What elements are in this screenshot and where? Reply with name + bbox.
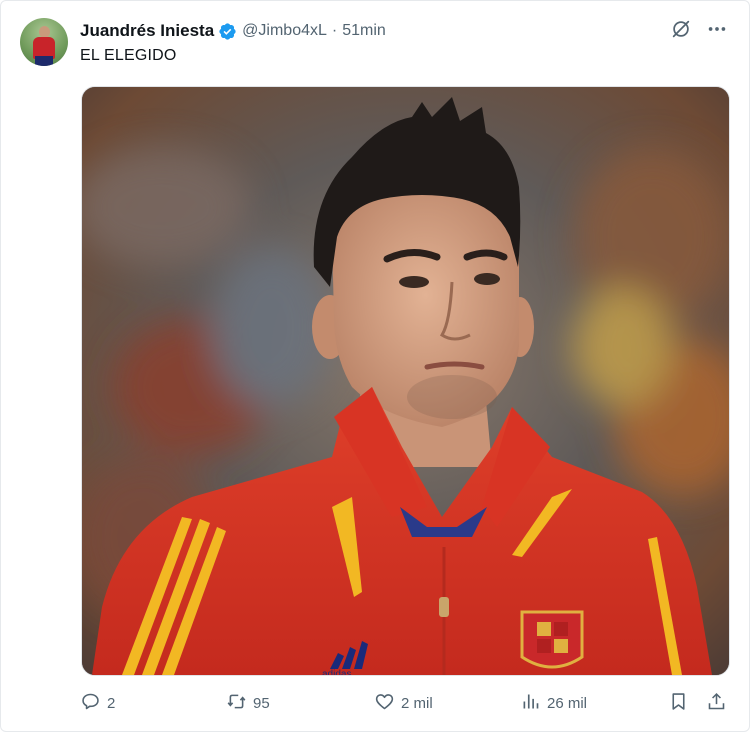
analytics-icon xyxy=(520,691,541,716)
verified-badge-icon xyxy=(218,22,237,41)
reply-count: 2 xyxy=(107,694,116,712)
post-text: EL ELEGIDO xyxy=(80,47,177,64)
author-display-name[interactable]: Juandrés Iniesta xyxy=(80,21,214,41)
views-count: 26 mil xyxy=(547,694,588,712)
post-actions-bar: 2 95 2 mil 26 mil xyxy=(80,690,730,716)
repost-icon xyxy=(226,691,247,716)
post-top-actions xyxy=(670,18,728,40)
heart-icon xyxy=(374,691,395,716)
post-timestamp[interactable]: 51min xyxy=(342,22,386,40)
share-button[interactable] xyxy=(706,690,727,716)
author-handle[interactable]: @Jimbo4xL xyxy=(242,22,327,40)
bookmark-icon xyxy=(668,691,689,716)
share-icon xyxy=(706,691,727,716)
grok-icon[interactable] xyxy=(670,18,692,40)
avatar[interactable] xyxy=(20,18,68,66)
like-button[interactable]: 2 mil xyxy=(374,690,433,716)
views-button[interactable]: 26 mil xyxy=(520,690,587,716)
author-row: Juandrés Iniesta @Jimbo4xL · 51min xyxy=(80,19,386,43)
more-icon[interactable] xyxy=(706,18,728,40)
brand-text: adidas xyxy=(322,669,351,675)
photo-illustration: adidas xyxy=(82,87,729,675)
reply-icon xyxy=(80,691,101,716)
separator-dot: · xyxy=(331,22,338,39)
avatar-shorts xyxy=(35,56,53,66)
reply-button[interactable]: 2 xyxy=(80,690,115,716)
like-count: 2 mil xyxy=(401,694,433,712)
bookmark-button[interactable] xyxy=(668,690,689,716)
post-image[interactable]: adidas xyxy=(81,86,730,676)
repost-button[interactable]: 95 xyxy=(226,690,270,716)
repost-count: 95 xyxy=(253,694,270,712)
